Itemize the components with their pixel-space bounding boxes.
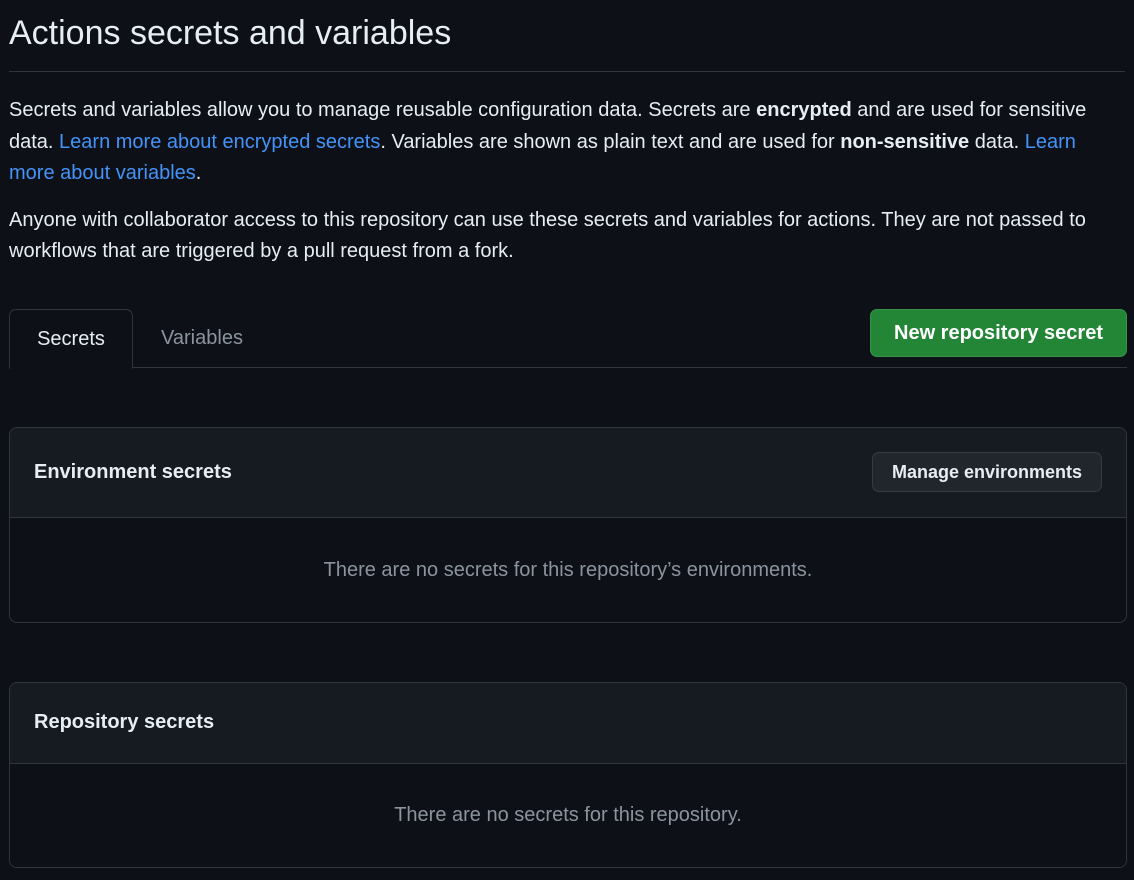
tab-secrets[interactable]: Secrets <box>9 309 133 369</box>
new-repository-secret-button[interactable]: New repository secret <box>870 309 1127 357</box>
repository-secrets-header: Repository secrets <box>10 683 1126 764</box>
environment-secrets-title: Environment secrets <box>34 461 232 483</box>
page-title: Actions secrets and variables <box>9 0 1125 72</box>
tab-bar: Secrets Variables New repository secret <box>9 309 1127 369</box>
environment-secrets-header: Environment secrets Manage environments <box>10 428 1126 518</box>
manage-environments-button[interactable]: Manage environments <box>872 452 1102 492</box>
environment-secrets-panel: Environment secrets Manage environments … <box>9 427 1127 623</box>
repository-secrets-empty-message: There are no secrets for this repository… <box>10 764 1126 867</box>
intro-text: data. <box>969 130 1025 153</box>
intro-text: Secrets and variables allow you to manag… <box>9 99 757 121</box>
intro-bold-non-sensitive: non-sensitive <box>840 130 970 153</box>
intro-text: . Variables are shown as plain text and … <box>380 130 841 153</box>
repository-secrets-panel: Repository secrets There are no secrets … <box>9 682 1127 868</box>
collaborator-note: Anyone with collaborator access to this … <box>9 208 1086 263</box>
tab-variables[interactable]: Variables <box>133 309 271 368</box>
repository-secrets-title: Repository secrets <box>34 711 215 733</box>
intro-text: . <box>195 162 202 184</box>
environment-secrets-empty-message: There are no secrets for this repository… <box>10 518 1126 622</box>
learn-more-encrypted-secrets-link[interactable]: Learn more about encrypted secrets <box>59 131 380 153</box>
intro-bold-encrypted: encrypted <box>756 99 852 121</box>
intro-paragraph: Secrets and variables allow you to manag… <box>9 95 1125 190</box>
